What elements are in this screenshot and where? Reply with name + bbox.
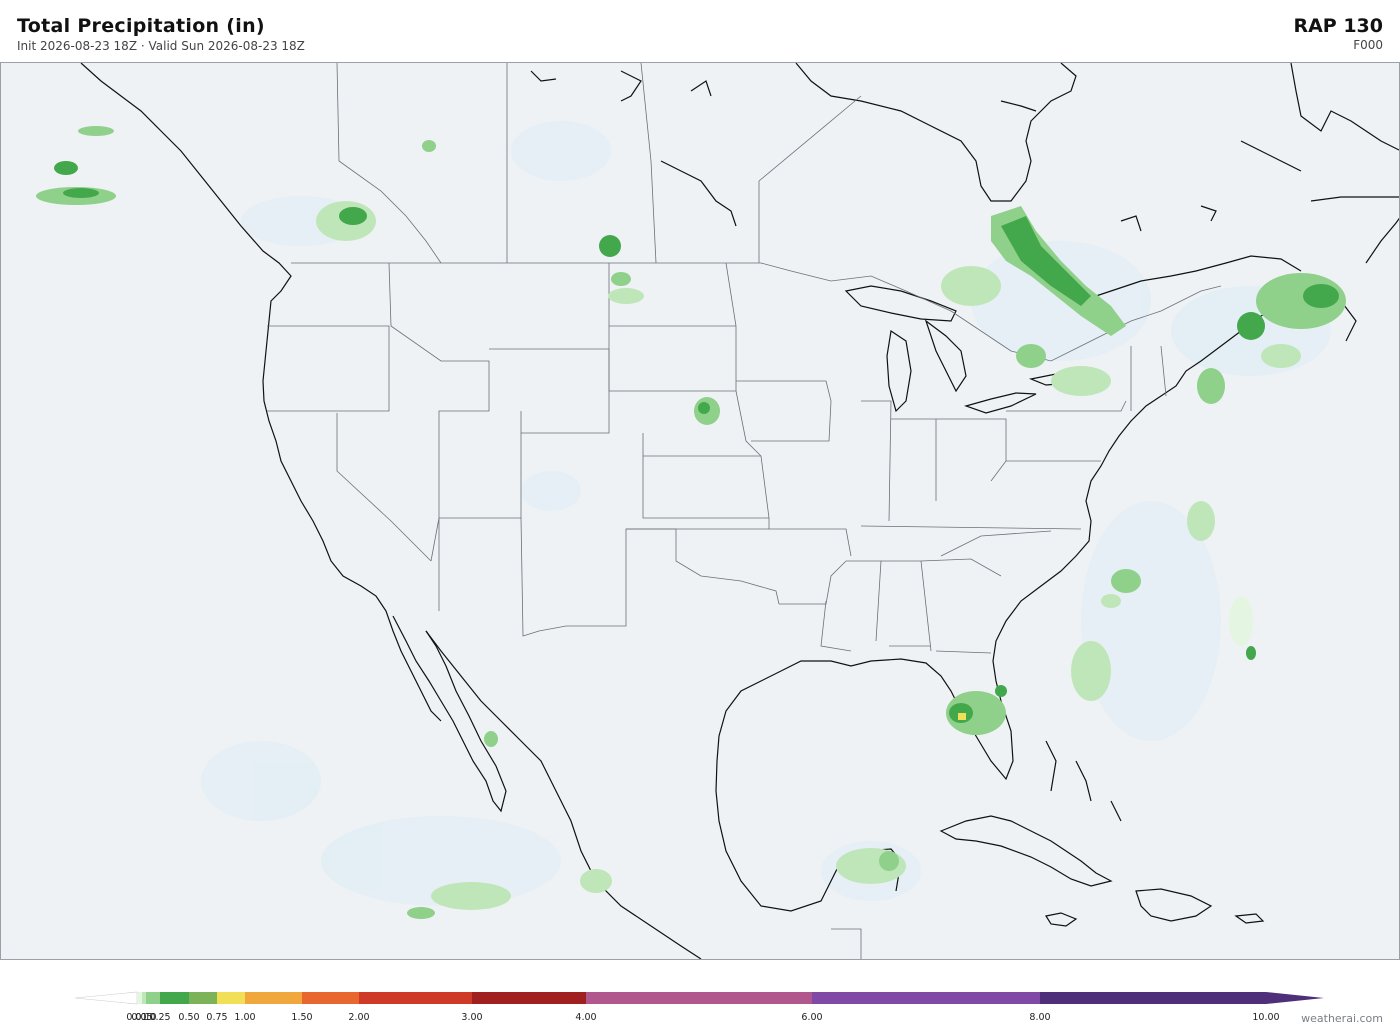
colorbar-under-arrow [74, 991, 138, 1005]
forecast-hour: F000 [1353, 38, 1383, 52]
colorbar-bin [812, 992, 1040, 1004]
colorbar-tick-label: 0.75 [206, 1012, 227, 1023]
colorbar-tick-label: 1.00 [234, 1012, 255, 1023]
colorbar-bin [245, 992, 302, 1004]
colorbar-bin [472, 992, 586, 1004]
colorbar-tick-label: 4.00 [575, 1012, 596, 1023]
colorbar-bin [142, 992, 146, 1004]
colorbar: 0.010.050.100.25 0.50 0.75 1.00 1.50 2.00 3.00… [74, 991, 1324, 1023]
model-name: RAP 130 [1293, 15, 1383, 37]
colorbar-tick-label: 2.00 [348, 1012, 369, 1023]
colorbar-bin [302, 992, 359, 1004]
credit-text: weatherai.com [1301, 1012, 1383, 1025]
colorbar-bin [189, 992, 217, 1004]
colorbar-tick-label: 8.00 [1029, 1012, 1050, 1023]
colorbar-tick-label: 0.50 [178, 1012, 199, 1023]
map-svg [1, 63, 1399, 959]
map-panel [0, 62, 1400, 960]
colorbar-bin [359, 992, 472, 1004]
map-title: Total Precipitation (in) [17, 15, 265, 37]
colorbar-bin [137, 992, 142, 1004]
colorbar-tick-label: 3.00 [461, 1012, 482, 1023]
map-subtitle: Init 2026-08-23 18Z · Valid Sun 2026-08-… [17, 39, 305, 53]
colorbar-tick-label: 10.00 [1252, 1012, 1279, 1023]
colorbar-bin [146, 992, 160, 1004]
colorbar-bin [160, 992, 189, 1004]
colorbar-tick-label: 6.00 [801, 1012, 822, 1023]
colorbar-tick-label: 0.25 [149, 1012, 170, 1023]
colorbar-bin [1040, 992, 1266, 1004]
colorbar-over-arrow [1266, 992, 1324, 1004]
colorbar-tick-label: 1.50 [291, 1012, 312, 1023]
colorbar-bin [586, 992, 812, 1004]
colorbar-bin [217, 992, 245, 1004]
